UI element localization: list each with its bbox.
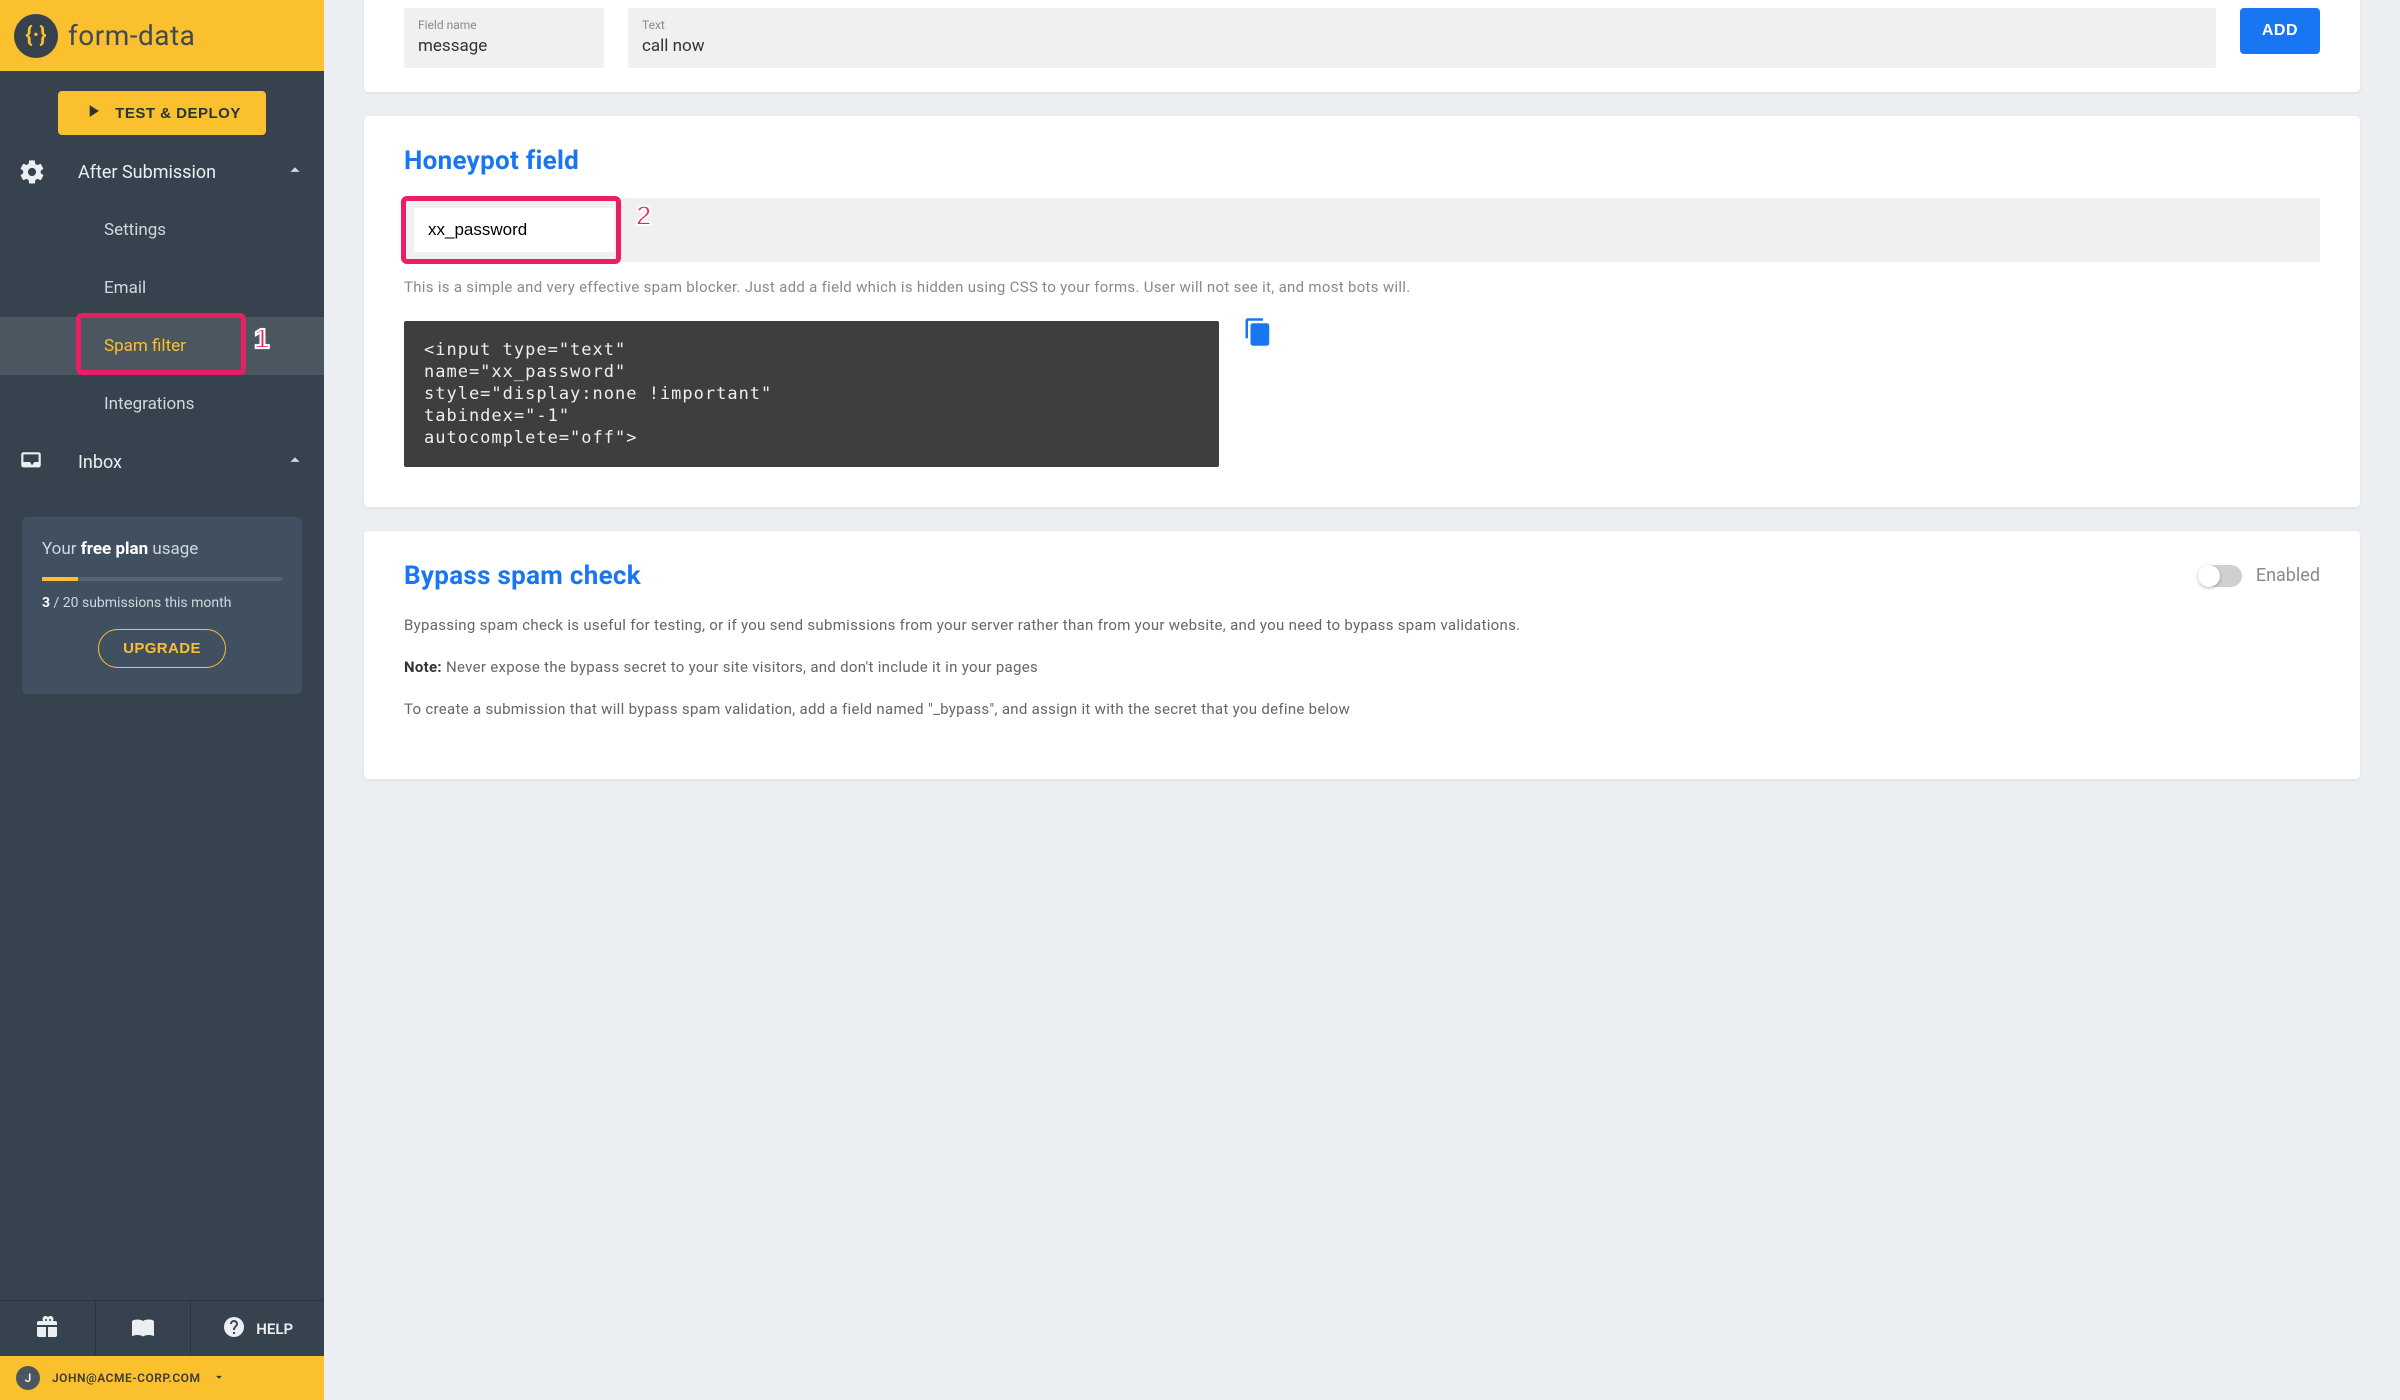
text-label: Text [642, 18, 2202, 32]
inbox-icon [18, 449, 78, 475]
gear-icon [18, 158, 78, 186]
sidebar-item-integrations[interactable]: Integrations [0, 375, 324, 433]
usage-progress-bar [42, 577, 282, 581]
chevron-up-icon [284, 449, 306, 475]
text-input[interactable]: Text call now [628, 8, 2216, 68]
help-button[interactable]: HELP [191, 1301, 324, 1356]
honeypot-help-text: This is a simple and very effective spam… [404, 276, 2320, 299]
test-deploy-label: TEST & DEPLOY [115, 105, 241, 122]
nav-inbox[interactable]: Inbox [0, 433, 324, 491]
gift-icon [35, 1315, 59, 1343]
honeypot-name-input[interactable] [414, 208, 614, 252]
copy-icon [1243, 332, 1273, 351]
book-icon [131, 1315, 155, 1343]
docs-button[interactable] [96, 1301, 192, 1356]
bypass-heading: Bypass spam check [404, 561, 641, 591]
bypass-enabled-toggle[interactable] [2200, 565, 2242, 587]
brand-header[interactable]: {·} form-data [0, 0, 324, 71]
play-icon [83, 101, 103, 125]
nav-inbox-label: Inbox [78, 452, 284, 473]
copy-button[interactable] [1243, 317, 1273, 351]
main-content: Field name message Text call now ADD Hon… [324, 0, 2400, 1400]
usage-subtext: 3 / 20 submissions this month [42, 595, 282, 611]
honeypot-heading: Honeypot field [404, 146, 2320, 176]
chevron-up-icon [284, 159, 306, 185]
sidebar-item-spam-filter[interactable]: Spam filter [0, 317, 324, 375]
text-value: call now [642, 36, 2202, 56]
field-name-input[interactable]: Field name message [404, 8, 604, 68]
test-deploy-button[interactable]: TEST & DEPLOY [58, 91, 266, 135]
honeypot-code-snippet: <input type="text" name="xx_password" st… [404, 321, 1219, 467]
usage-card: Your free plan usage 3 / 20 submissions … [22, 517, 302, 694]
sidebar-item-settings[interactable]: Settings [0, 201, 324, 259]
bypass-note: Note: Never expose the bypass secret to … [404, 655, 2320, 679]
nav-after-submission-label: After Submission [78, 162, 284, 183]
user-menu[interactable]: J JOHN@ACME-CORP.COM [0, 1356, 324, 1400]
help-icon [222, 1315, 246, 1343]
field-name-value: message [418, 36, 590, 56]
brand-name: form-data [68, 19, 195, 52]
annotation-2: 2 [636, 200, 652, 232]
user-email: JOHN@ACME-CORP.COM [52, 1371, 200, 1385]
avatar: J [16, 1366, 40, 1390]
field-name-label: Field name [418, 18, 590, 32]
usage-title: Your free plan usage [42, 539, 282, 559]
bottom-row: HELP [0, 1300, 324, 1356]
gift-button[interactable] [0, 1301, 96, 1356]
keyword-filter-card: Field name message Text call now ADD [364, 0, 2360, 92]
brand-logo-icon: {·} [14, 14, 58, 58]
nav-after-submission[interactable]: After Submission [0, 143, 324, 201]
add-button[interactable]: ADD [2240, 8, 2320, 54]
sidebar-item-email[interactable]: Email [0, 259, 324, 317]
bypass-p3: To create a submission that will bypass … [404, 697, 2320, 721]
upgrade-button[interactable]: UPGRADE [98, 629, 226, 668]
caret-down-icon [212, 1369, 226, 1388]
honeypot-field-row [404, 198, 2320, 262]
sidebar: {·} form-data TEST & DEPLOY After Submis… [0, 0, 324, 1400]
bypass-p1: Bypassing spam check is useful for testi… [404, 613, 2320, 637]
help-label: HELP [256, 1320, 293, 1338]
honeypot-card: Honeypot field 2 This is a simple and ve… [364, 116, 2360, 507]
annotation-1: 1 [254, 323, 270, 355]
bypass-enabled-label: Enabled [2256, 565, 2320, 586]
bypass-card: Bypass spam check Enabled Bypassing spam… [364, 531, 2360, 779]
